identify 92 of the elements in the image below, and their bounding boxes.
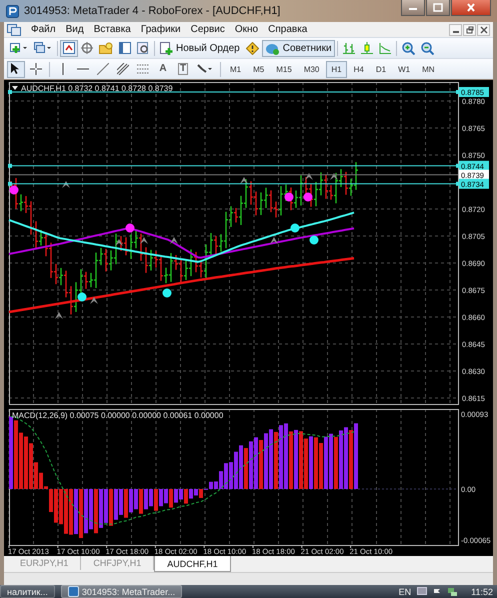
arrow-marker [240,177,248,184]
text-tool-button[interactable]: A [154,60,172,78]
crosshair-icon [30,63,42,75]
zoom-out-icon [420,42,434,54]
menu-item[interactable]: Окно [234,24,258,35]
line-chart-icon [378,42,391,54]
price-level-line[interactable] [8,182,460,186]
flag-icon[interactable] [433,588,442,596]
folder-icon [99,42,113,54]
chart-tab[interactable]: AUDCHF,H1 [154,556,231,572]
arrow-marker [270,237,278,244]
indicator-legend: MACD(12,26,9) 0.00075 0.00000 0.00000 0.00061 0.00000 [12,411,224,420]
close-icon [466,3,476,12]
candlestick-icon [360,42,373,54]
taskbar-button[interactable]: налитик... [0,585,55,598]
timeframe-button[interactable]: M1 [225,60,246,78]
zoom-in-icon [402,42,415,54]
cursor-tool-button[interactable] [7,60,25,78]
chart-legend: AUDCHF,H1 0.8732 0.8741 0.8728 0.8739 [21,84,173,93]
menu-item[interactable]: Сервис [190,24,225,35]
menu-item[interactable]: Файл [31,24,56,35]
signal-dot [10,186,18,194]
monitor-icon[interactable] [417,587,428,596]
cursor-arrow-icon [10,63,22,75]
network-icon[interactable] [447,586,458,596]
timeframe-button[interactable]: MN [417,60,440,78]
signal-dot [304,192,312,202]
restore-icon [466,26,474,34]
taskbar-button[interactable]: 3014953: MetaTrader... [60,585,182,598]
navigator-button[interactable] [78,40,96,56]
timeframe-button[interactable]: M15 [271,60,297,78]
close-button[interactable] [451,0,491,16]
windows-icon [34,42,52,54]
arrow-marker [90,297,98,304]
timeframe-button[interactable]: H4 [348,60,369,78]
timeframe-button[interactable]: W1 [393,60,416,78]
add-window-icon [10,42,28,54]
warning-icon [246,42,259,54]
arrow-marker [140,237,148,244]
chart-window-icon [7,24,21,36]
app-logo-icon [6,4,19,18]
arrow-marker [62,181,70,188]
minimize-button[interactable] [401,0,425,16]
experts-button[interactable]: Советники [262,40,335,56]
arrow-marker [305,173,313,180]
add-document-icon [160,42,173,54]
dotted-lines-icon [137,63,149,75]
minimize-button[interactable] [449,24,462,36]
price-level-line[interactable] [8,90,460,94]
signal-dot [290,224,300,232]
label-tool-button[interactable]: T [174,60,192,78]
signal-dot [162,288,172,298]
trend-tool-button[interactable] [94,60,112,78]
arrow-marker [170,237,178,244]
new-order-button[interactable]: Новый Ордер [157,40,243,56]
signal-dot [284,192,294,202]
signal-dot [126,224,134,232]
language-indicator[interactable]: EN [398,586,412,596]
crosshair-tool-button[interactable] [27,60,45,78]
timeframe-button[interactable]: M5 [248,60,270,78]
bar-chart-icon [342,42,355,54]
timeframe-button[interactable]: M30 [298,60,324,78]
parallel-lines-icon [117,63,129,75]
clock: 11:52 [471,586,493,596]
close-button[interactable] [477,24,490,36]
chart-window-icon [63,42,75,54]
fibo-tool-button[interactable] [114,60,132,78]
collapse-triangle-icon[interactable] [12,86,18,90]
signal-dot [78,292,86,302]
menu-item[interactable]: Графики [140,24,181,35]
close-icon [480,26,488,34]
app-logo-icon [68,586,79,597]
terminal-button[interactable] [116,40,134,56]
diagonal-line-icon [97,63,109,75]
market-watch-button[interactable] [60,40,78,56]
menu-item[interactable]: Вид [66,24,84,35]
timeframe-button[interactable]: H1 [326,60,347,78]
timeframe-button[interactable]: D1 [370,60,392,78]
menu-item[interactable]: Справка [268,24,308,35]
price-level-line[interactable] [8,164,460,168]
panel-icon [119,42,131,54]
restore-button[interactable] [463,24,476,36]
arrow-marker [330,173,338,180]
arrow-marker [115,239,123,246]
window-title: 3014953: MetaTrader 4 - RoboForex - [AUDCHF,H1] [24,5,280,17]
maximize-button[interactable] [426,0,450,16]
signal-dot [310,236,318,244]
arrows-icon [197,63,213,75]
crosshair-icon [81,42,93,54]
maximize-icon [433,3,443,12]
menu-item[interactable]: Вставка [94,24,131,35]
arrow-marker [55,312,63,319]
